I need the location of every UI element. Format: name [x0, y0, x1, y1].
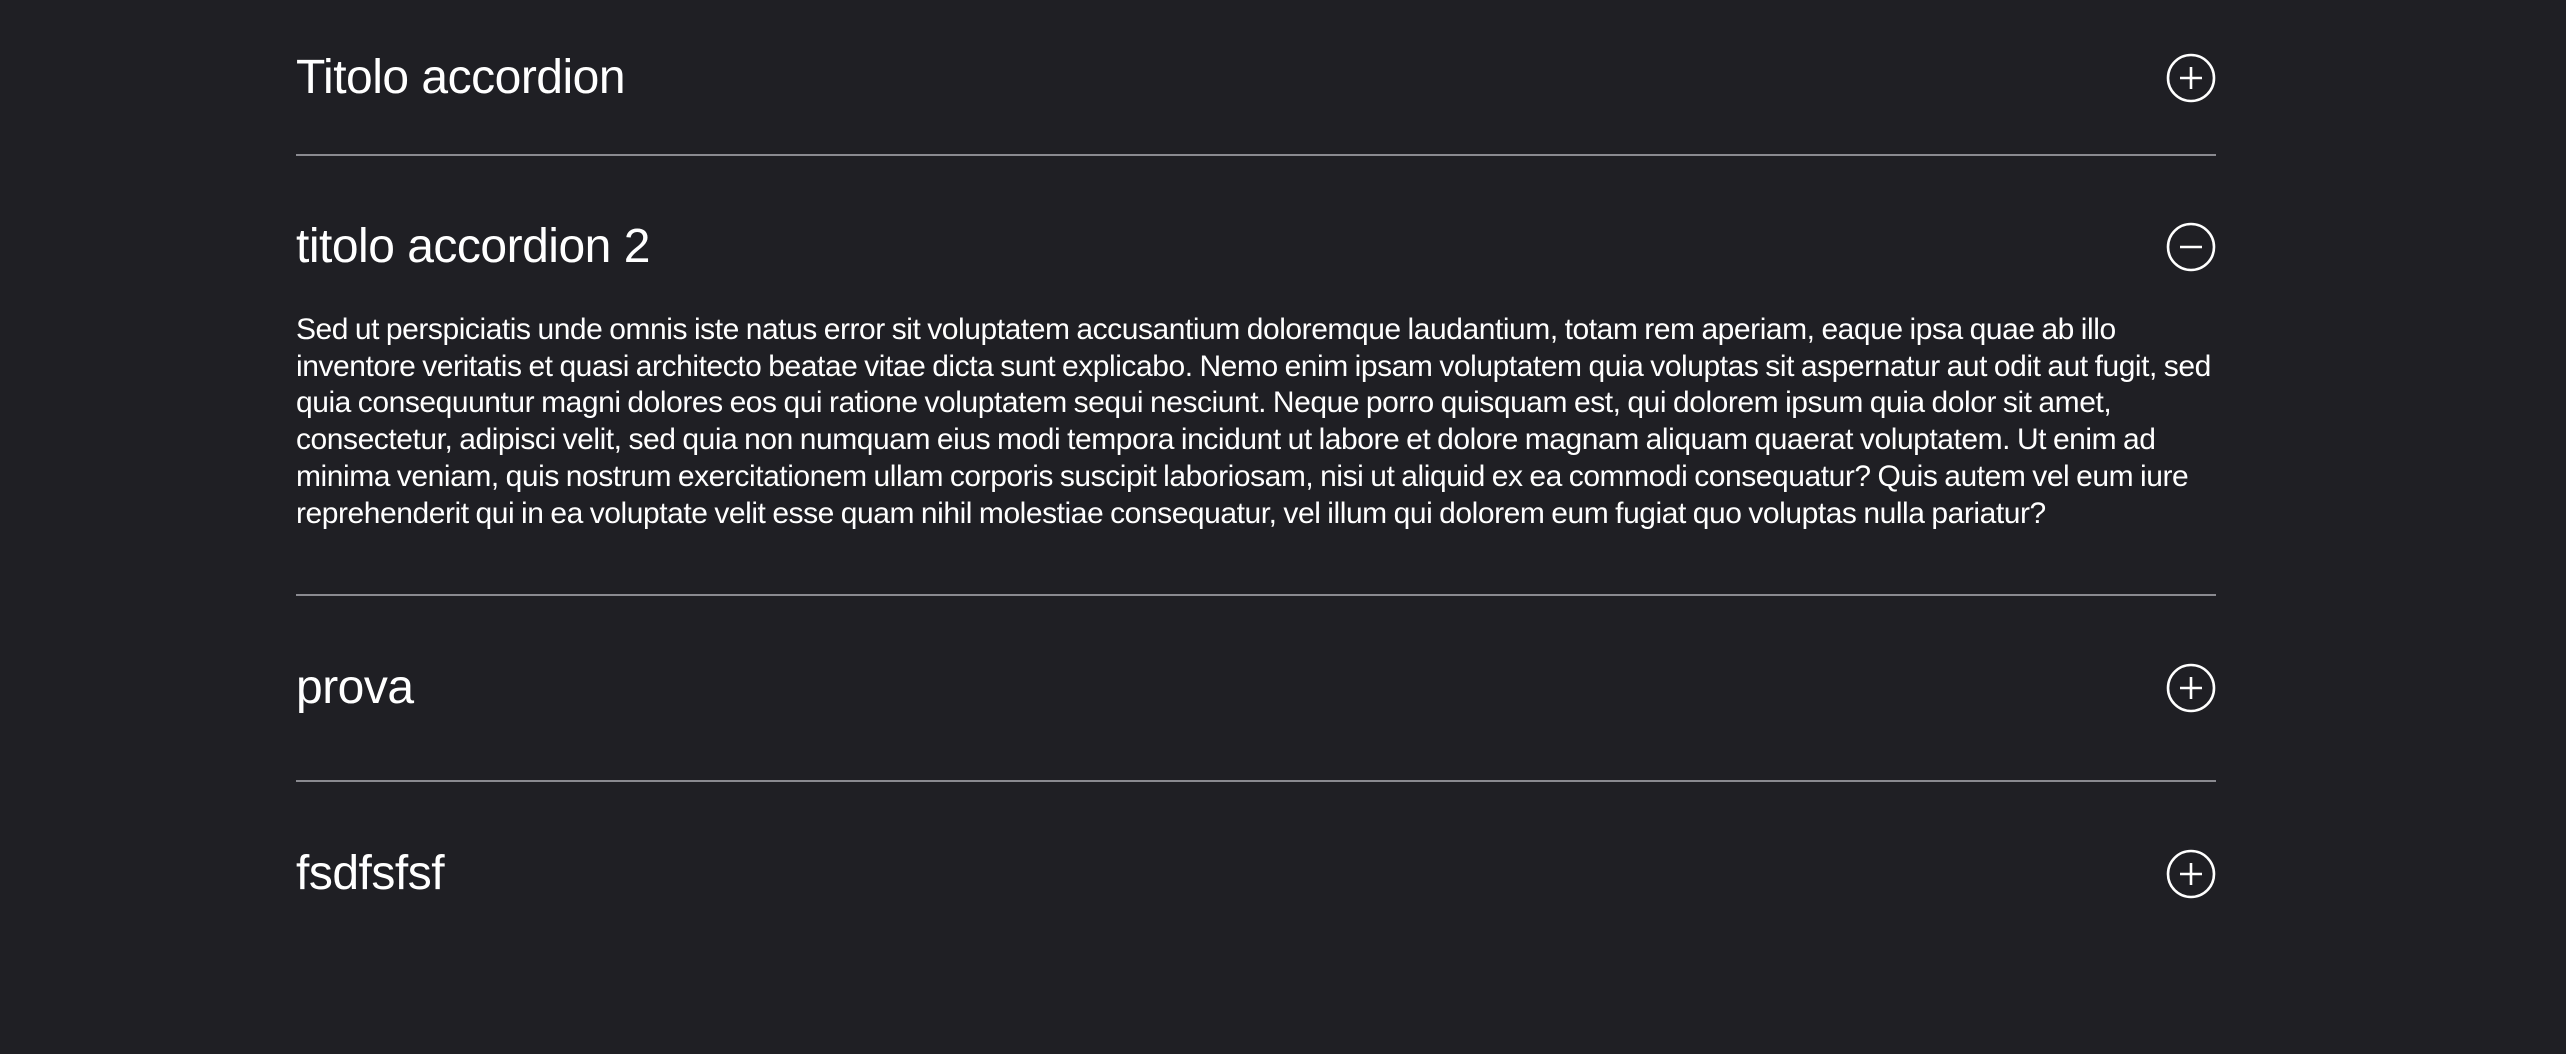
- plus-circle-icon[interactable]: [2166, 849, 2216, 899]
- accordion-title-1: Titolo accordion: [296, 51, 626, 104]
- accordion-title-4: fsdfsfsf: [296, 847, 445, 901]
- accordion-header-1[interactable]: Titolo accordion: [296, 2, 2216, 154]
- minus-circle-icon[interactable]: [2166, 222, 2216, 272]
- accordion-item-3: prova: [296, 596, 2216, 783]
- accordion-item-1: Titolo accordion: [296, 2, 2216, 156]
- accordion: Titolo accordion titolo accordion 2 Sed …: [296, 0, 2216, 966]
- accordion-body-2: Sed ut perspiciatis unde omnis iste natu…: [296, 313, 2211, 530]
- accordion-title-3: prova: [296, 661, 414, 715]
- accordion-header-2[interactable]: titolo accordion 2: [296, 156, 2216, 338]
- plus-circle-icon[interactable]: [2166, 663, 2216, 713]
- accordion-item-4: fsdfsfsf: [296, 782, 2216, 966]
- accordion-header-3[interactable]: prova: [296, 596, 2216, 780]
- accordion-title-2: titolo accordion 2: [296, 220, 650, 273]
- plus-circle-icon[interactable]: [2166, 53, 2216, 103]
- accordion-header-4[interactable]: fsdfsfsf: [296, 782, 2216, 966]
- accordion-item-2: titolo accordion 2 Sed ut perspiciatis u…: [296, 156, 2216, 597]
